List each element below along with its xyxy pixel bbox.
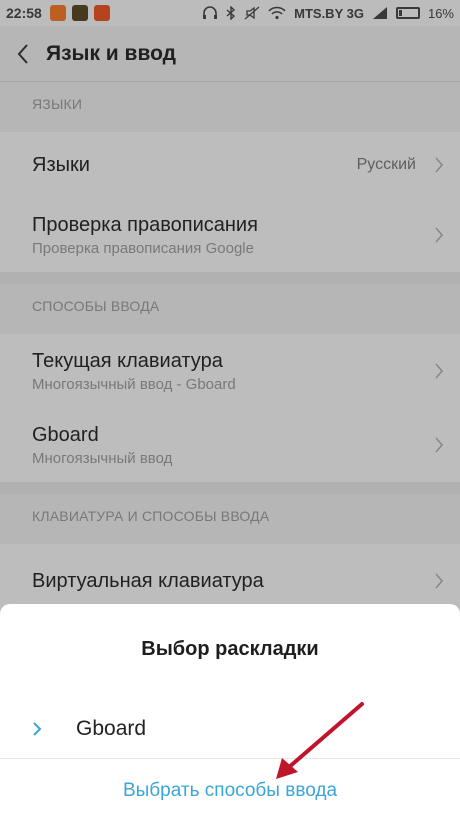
dialog-title: Выбор раскладки xyxy=(141,638,319,660)
layout-picker-dialog: Выбор раскладки Gboard Выбрать способы в… xyxy=(0,604,460,832)
dialog-divider xyxy=(0,758,460,759)
choose-input-methods-button[interactable]: Выбрать способы ввода xyxy=(0,780,460,802)
dialog-option-label: Gboard xyxy=(76,717,147,740)
chevron-right-icon xyxy=(33,722,42,736)
dialog-option-gboard[interactable]: Gboard xyxy=(0,700,460,758)
